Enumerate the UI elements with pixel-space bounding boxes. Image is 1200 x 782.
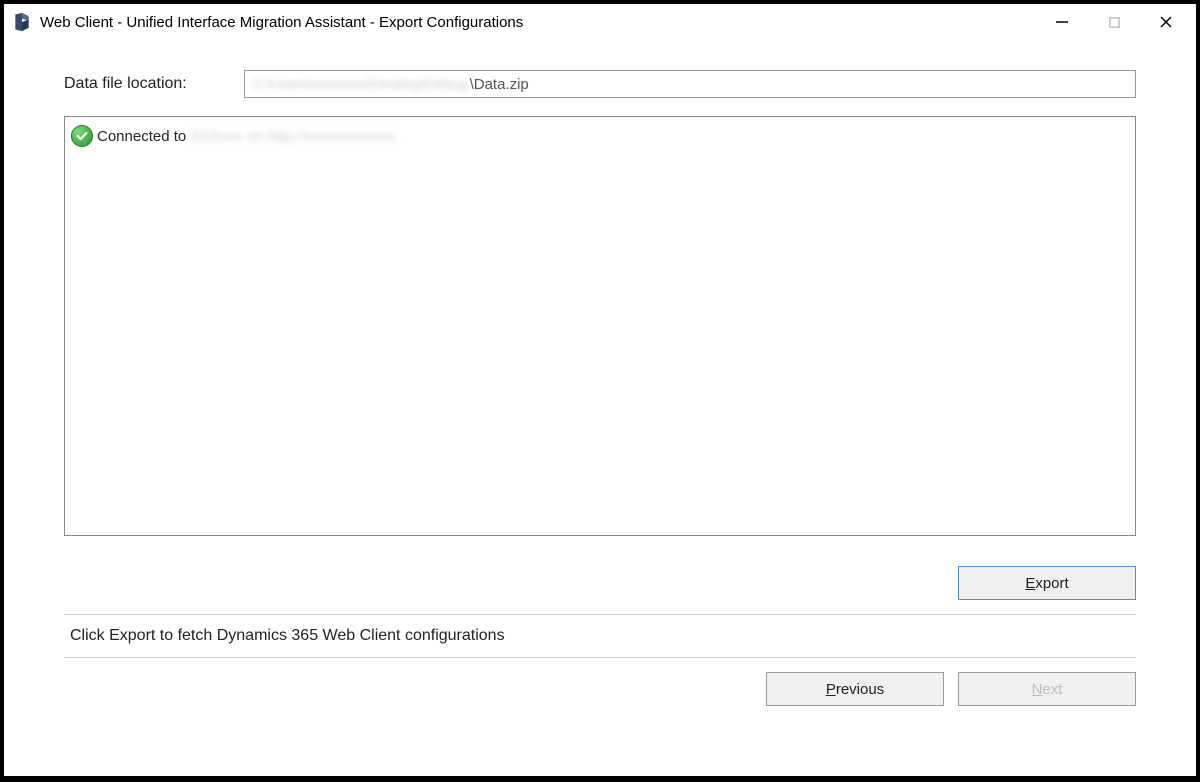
data-file-row: Data file location: C:\Users\xxxxxxxx\De…	[64, 70, 1136, 98]
previous-button-rest: revious	[836, 681, 884, 698]
log-connected-text: Connected to	[97, 128, 186, 145]
hint-text: Click Export to fetch Dynamics 365 Web C…	[64, 615, 1136, 658]
titlebar: Web Client - Unified Interface Migration…	[4, 4, 1196, 40]
log-connected-row: Connected to XXXxxx on http://xxxxxxxxxx…	[71, 125, 1129, 147]
maximize-button	[1100, 8, 1128, 36]
export-row: Export	[64, 566, 1136, 615]
content-area: Data file location: C:\Users\xxxxxxxx\De…	[4, 40, 1196, 776]
log-panel: Connected to XXXxxx on http://xxxxxxxxxx…	[64, 116, 1136, 536]
previous-button[interactable]: Previous	[766, 672, 944, 706]
next-button: Next	[958, 672, 1136, 706]
export-button[interactable]: Export	[958, 566, 1136, 600]
close-button[interactable]	[1152, 8, 1180, 36]
nav-row: Previous Next	[64, 658, 1136, 706]
log-connected-target-redacted: XXXxxx on http://xxxxxxxxxxxx	[190, 128, 395, 145]
app-window: Web Client - Unified Interface Migration…	[2, 2, 1198, 778]
data-file-path-suffix: \Data.zip	[470, 76, 529, 93]
data-file-label: Data file location:	[64, 75, 244, 93]
window-controls	[1048, 8, 1188, 36]
app-icon	[12, 12, 32, 32]
data-file-path-redacted: C:\Users\xxxxxxxx\Desktop\Debug	[253, 76, 468, 93]
export-button-rest: xport	[1035, 575, 1068, 592]
next-button-rest: ext	[1042, 681, 1062, 698]
data-file-input[interactable]: C:\Users\xxxxxxxx\Desktop\Debug \Data.zi…	[244, 70, 1136, 98]
minimize-button[interactable]	[1048, 8, 1076, 36]
window-title: Web Client - Unified Interface Migration…	[40, 14, 1048, 31]
check-icon	[71, 125, 93, 147]
